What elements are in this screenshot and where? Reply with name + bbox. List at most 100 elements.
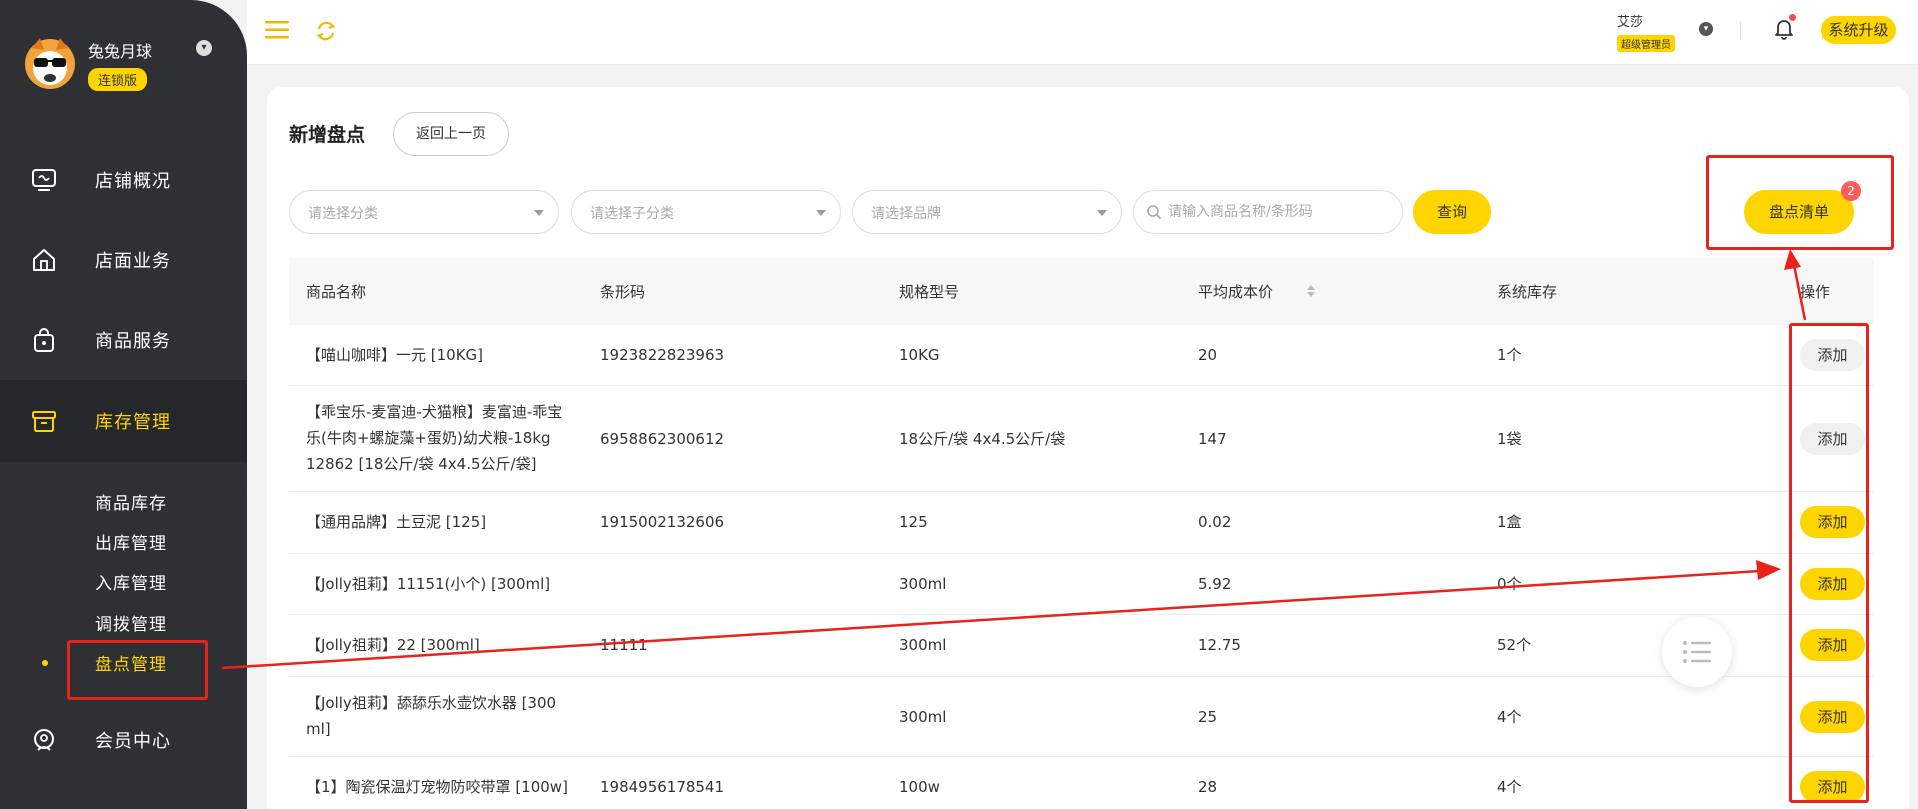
nav-label: 店铺概况 <box>95 171 171 192</box>
submenu-item-inbound[interactable]: 入库管理 <box>95 569 167 594</box>
brand[interactable]: 兔兔月球 连锁版 ▾ <box>24 34 224 96</box>
subcategory-placeholder: 请选择子分类 <box>590 206 674 222</box>
dropdown-arrow-icon <box>816 210 826 216</box>
dropdown-arrow-icon <box>1097 210 1107 216</box>
table-row: 【Jolly祖莉】舔舔乐水壶饮水器 [300 ml] 300ml 25 4个 添… <box>289 677 1874 757</box>
house-icon <box>33 249 55 271</box>
cell-product-name: 【喵山咖啡】一元 [10KG] <box>306 346 484 364</box>
monitor-icon <box>32 169 56 191</box>
nav-label: 商品服务 <box>95 331 171 352</box>
nav-label: 会员中心 <box>95 731 171 752</box>
submenu-item-outbound[interactable]: 出库管理 <box>95 529 167 554</box>
cell-avg-cost: 20 <box>1198 346 1218 364</box>
brand-placeholder: 请选择品牌 <box>871 206 941 222</box>
cell-product-name: 【1】陶瓷保温灯宠物防咬带罩 [100w] <box>306 778 568 796</box>
topbar: 艾莎 超级管理员 ▾ 系统升级 <box>247 0 1918 65</box>
submenu-item-transfer[interactable]: 调拨管理 <box>95 610 167 635</box>
refresh-icon[interactable] <box>315 20 337 42</box>
user-role-badge: 超级管理员 <box>1617 35 1675 52</box>
cell-system-stock: 52个 <box>1497 636 1532 654</box>
search-icon <box>1147 205 1162 220</box>
annotation-box-list-button <box>1706 155 1894 250</box>
list-icon <box>1683 641 1711 663</box>
cell-barcode: 1984956178541 <box>600 778 725 796</box>
table-row: 【喵山咖啡】一元 [10KG] 1923822823963 10KG 20 1个… <box>289 325 1874 386</box>
table-row: 【Jolly祖莉】22 [300ml] 11111 300ml 12.75 52… <box>289 615 1874 677</box>
nav-item-product-service[interactable]: 商品服务 <box>0 310 247 370</box>
cell-barcode: 11111 <box>600 636 648 654</box>
back-button[interactable]: 返回上一页 <box>393 112 509 156</box>
active-dot <box>42 660 48 666</box>
cell-system-stock: 4个 <box>1497 778 1522 796</box>
cell-avg-cost: 5.92 <box>1198 575 1232 593</box>
search-input[interactable] <box>1168 201 1388 223</box>
annotation-box-stocktake-menu <box>67 640 208 700</box>
box-icon <box>32 411 56 432</box>
bell-icon[interactable] <box>1774 18 1794 40</box>
cell-spec: 125 <box>899 513 928 531</box>
cell-system-stock: 1盒 <box>1497 513 1522 531</box>
floating-list-button[interactable] <box>1662 617 1732 687</box>
menu-icon[interactable] <box>265 20 289 40</box>
upgrade-button[interactable]: 系统升级 <box>1821 16 1896 44</box>
header-product-name: 商品名称 <box>306 283 367 301</box>
notification-dot <box>1789 14 1796 21</box>
nav-item-store-overview[interactable]: 店铺概况 <box>0 150 247 210</box>
cell-system-stock: 1袋 <box>1497 430 1522 448</box>
cell-spec: 300ml <box>899 575 947 593</box>
cell-product-name: 【Jolly祖莉】22 [300ml] <box>306 636 480 654</box>
cell-product-name: 【Jolly祖莉】舔舔乐水壶饮水器 [300 ml] <box>306 694 557 738</box>
header-barcode: 条形码 <box>600 283 646 301</box>
table-row: 【乖宝乐-麦富迪-犬猫粮】麦富迪-乖宝乐(牛肉+螺旋藻+蛋奶)幼犬粮-18kg … <box>289 386 1874 492</box>
cell-system-stock: 1个 <box>1497 346 1522 364</box>
sort-icon[interactable] <box>1306 284 1316 298</box>
cell-product-name: 【Jolly祖莉】11151(小个) [300ml] <box>306 575 551 593</box>
product-table: 商品名称 条形码 规格型号 平均成本价 系统库存 操作 【喵山咖啡】一元 [10… <box>289 258 1874 809</box>
cell-avg-cost: 25 <box>1198 708 1218 726</box>
main-card: 新增盘点 返回上一页 请选择分类 请选择子分类 请选择品牌 查询 盘点清单 2 … <box>267 87 1909 809</box>
cell-spec: 100w <box>899 778 940 796</box>
table-row: 【通用品牌】土豆泥 [125] 1915002132606 125 0.02 1… <box>289 492 1874 554</box>
cell-system-stock: 0个 <box>1497 575 1522 593</box>
cell-barcode: 1915002132606 <box>600 513 725 531</box>
cell-spec: 10KG <box>899 346 940 364</box>
cell-spec: 300ml <box>899 708 947 726</box>
cell-product-name: 【通用品牌】土豆泥 [125] <box>306 513 487 531</box>
bag-icon <box>34 328 54 352</box>
table-row: 【Jolly祖莉】11151(小个) [300ml] 300ml 5.92 0个… <box>289 554 1874 615</box>
cell-product-name: 【乖宝乐-麦富迪-犬猫粮】麦富迪-乖宝乐(牛肉+螺旋藻+蛋奶)幼犬粮-18kg … <box>306 403 563 473</box>
chevron-down-icon[interactable]: ▾ <box>196 40 212 56</box>
brand-select[interactable]: 请选择品牌 <box>852 190 1122 234</box>
query-button[interactable]: 查询 <box>1413 190 1491 234</box>
user-name: 艾莎 <box>1617 15 1644 30</box>
dropdown-arrow-icon <box>534 210 544 216</box>
page-title: 新增盘点 <box>289 124 366 146</box>
avatar <box>25 38 75 89</box>
table-row: 【1】陶瓷保温灯宠物防咬带罩 [100w] 1984956178541 100w… <box>289 757 1874 809</box>
nav-item-member-center[interactable]: 会员中心 <box>0 710 247 770</box>
cell-spec: 18公斤/袋 4x4.5公斤/袋 <box>899 430 1066 448</box>
nav-label: 店面业务 <box>95 251 171 272</box>
nav-item-inventory[interactable]: 库存管理 <box>0 380 247 462</box>
category-select[interactable]: 请选择分类 <box>289 190 559 234</box>
cell-avg-cost: 28 <box>1198 778 1218 796</box>
cell-barcode: 6958862300612 <box>600 430 725 448</box>
header-system-stock: 系统库存 <box>1497 283 1558 301</box>
cell-avg-cost: 12.75 <box>1198 636 1241 654</box>
table-header: 商品名称 条形码 规格型号 平均成本价 系统库存 操作 <box>289 258 1874 325</box>
search-box[interactable] <box>1133 190 1403 234</box>
header-spec: 规格型号 <box>899 283 960 301</box>
submenu-item-product-stock[interactable]: 商品库存 <box>95 489 167 514</box>
brand-name: 兔兔月球 <box>88 42 153 61</box>
cell-avg-cost: 0.02 <box>1198 513 1232 531</box>
nav-item-store-business[interactable]: 店面业务 <box>0 230 247 290</box>
category-placeholder: 请选择分类 <box>308 206 378 222</box>
member-icon <box>34 729 54 751</box>
cell-avg-cost: 147 <box>1198 430 1227 448</box>
chevron-down-icon[interactable]: ▾ <box>1699 22 1713 36</box>
subcategory-select[interactable]: 请选择子分类 <box>571 190 841 234</box>
brand-badge: 连锁版 <box>88 68 148 91</box>
cell-spec: 300ml <box>899 636 947 654</box>
cell-barcode: 1923822823963 <box>600 346 725 364</box>
header-avg-cost: 平均成本价 <box>1198 283 1274 301</box>
